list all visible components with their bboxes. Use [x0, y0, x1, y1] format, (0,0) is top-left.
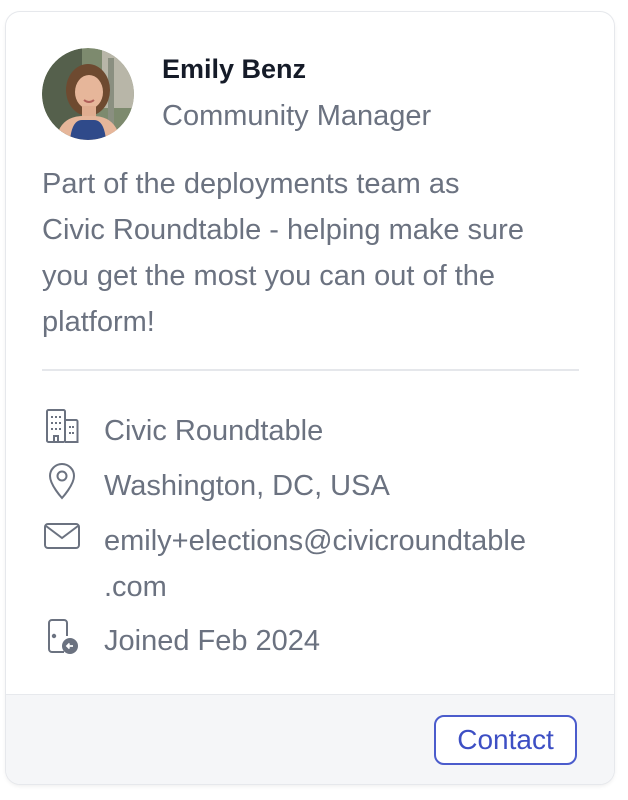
- profile-bio: Part of the deployments team as Civic Ro…: [42, 161, 587, 345]
- contact-button[interactable]: Contact: [434, 715, 577, 765]
- profile-card: Emily Benz Community Manager Part of the…: [6, 12, 614, 784]
- mail-icon: [42, 514, 82, 558]
- bio-line: Part of the deployments team as: [42, 168, 460, 200]
- organization-text: Civic Roundtable: [104, 415, 324, 447]
- email-row: emily+elections@civicroundtable .com: [42, 514, 587, 606]
- location-pin-icon: [42, 459, 82, 503]
- bio-line: Civic Roundtable - helping make sure: [42, 214, 524, 246]
- avatar[interactable]: [42, 48, 134, 140]
- email-link[interactable]: emily+elections@civicroundtable .com: [104, 518, 584, 610]
- location-text: Washington, DC, USA: [104, 470, 390, 502]
- location-row: Washington, DC, USA: [42, 459, 587, 505]
- email-line: .com: [104, 571, 167, 603]
- bio-line: platform!: [42, 306, 155, 338]
- email-line: emily+elections@civicroundtable: [104, 525, 526, 557]
- profile-name: Emily Benz: [162, 54, 307, 84]
- organization-row: Civic Roundtable: [42, 404, 587, 450]
- joined-row: Joined Feb 2024: [42, 614, 587, 660]
- building-icon: [42, 404, 82, 448]
- card-footer: Contact: [6, 694, 614, 784]
- profile-role: Community Manager: [162, 100, 432, 132]
- divider: [42, 369, 579, 371]
- bio-line: you get the most you can out of the: [42, 260, 496, 292]
- joined-text: Joined Feb 2024: [104, 625, 321, 657]
- joined-calendar-icon: [42, 614, 82, 658]
